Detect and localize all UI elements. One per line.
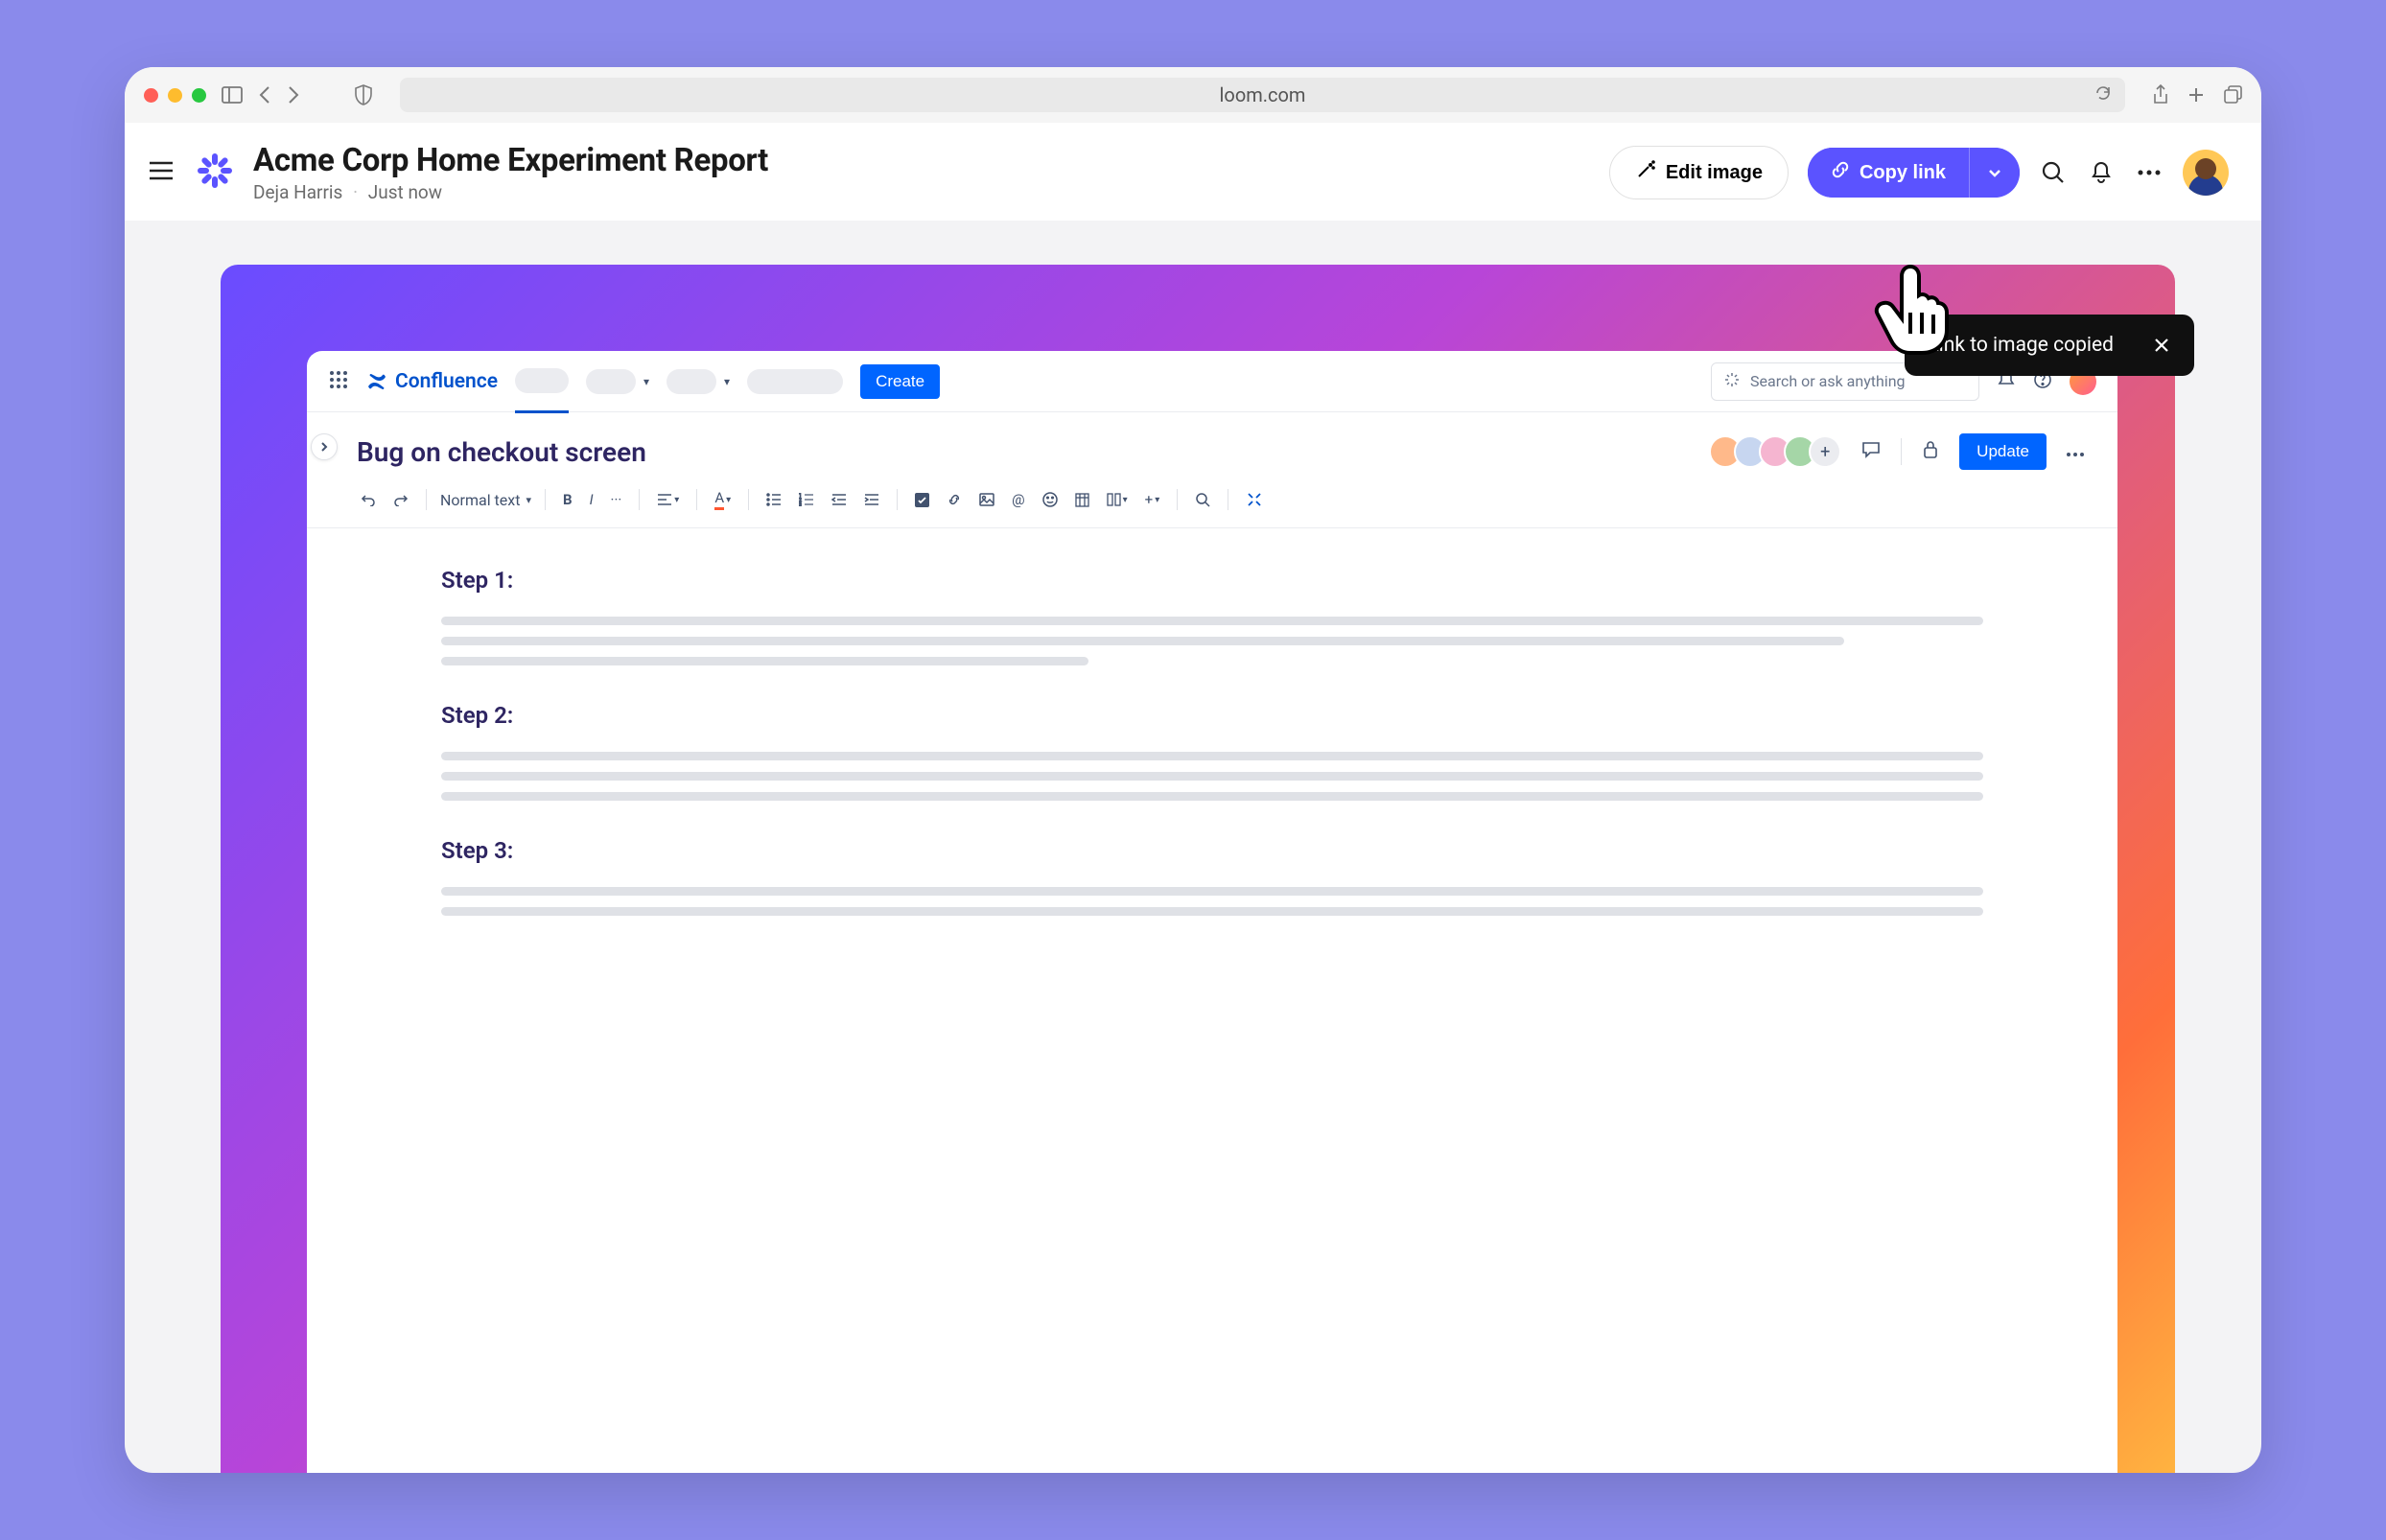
table-icon[interactable] [1071, 489, 1093, 511]
browser-window: loom.com [125, 67, 2261, 1473]
link-icon [1831, 160, 1850, 185]
bold-icon[interactable]: B [559, 487, 576, 512]
canvas-area: Confluence ▾ ▾ [125, 221, 2261, 1473]
more-formatting-icon[interactable]: ··· [607, 487, 626, 512]
url-text: loom.com [1220, 83, 1306, 106]
app-switcher-icon[interactable] [328, 369, 349, 394]
screenshot-frame: Confluence ▾ ▾ [221, 265, 2175, 1473]
placeholder-text [441, 772, 1983, 781]
update-button[interactable]: Update [1959, 433, 2047, 470]
toast-notification: Link to image copied [1905, 315, 2194, 376]
chevron-down-icon: ▾ [643, 375, 649, 388]
new-tab-icon[interactable] [2187, 85, 2206, 105]
window-maximize[interactable] [192, 88, 206, 103]
mention-icon[interactable]: @ [1008, 487, 1028, 512]
indent-icon[interactable] [860, 489, 883, 510]
confluence-page-title[interactable]: Bug on checkout screen [357, 436, 1697, 468]
close-icon[interactable] [2152, 336, 2171, 355]
bell-icon[interactable] [2087, 160, 2116, 185]
address-bar[interactable]: loom.com [400, 78, 2125, 112]
title-block: Acme Corp Home Experiment Report Deja Ha… [253, 142, 1590, 203]
nav-dropdown-1[interactable]: ▾ [586, 369, 649, 394]
text-style-dropdown[interactable]: Normal text ▾ [440, 491, 531, 509]
italic-icon[interactable]: I [586, 487, 597, 512]
nav-dropdown-2[interactable]: ▾ [667, 369, 730, 394]
loom-logo-icon[interactable] [196, 152, 234, 194]
author-name[interactable]: Deja Harris [253, 181, 342, 203]
page-more-icon[interactable] [2066, 443, 2085, 461]
magic-wand-icon [1635, 159, 1656, 186]
confluence-nav: Confluence ▾ ▾ [307, 351, 2117, 412]
step-heading: Step 1: [441, 567, 1983, 594]
share-icon[interactable] [2152, 84, 2169, 105]
nav-back-icon[interactable] [258, 85, 271, 105]
traffic-lights [144, 88, 206, 103]
insert-icon[interactable]: + ▾ [1141, 487, 1164, 512]
collaborator-avatars: + [1717, 435, 1841, 468]
nav-forward-icon[interactable] [287, 85, 300, 105]
redo-icon[interactable] [389, 489, 412, 510]
lock-icon[interactable] [1921, 439, 1940, 464]
placeholder-text [441, 617, 1983, 625]
outdent-icon[interactable] [828, 489, 851, 510]
expand-sidebar-icon[interactable] [311, 433, 338, 460]
timestamp: Just now [368, 181, 442, 203]
image-icon[interactable] [975, 489, 998, 510]
bullet-list-icon[interactable] [762, 489, 785, 510]
align-icon[interactable]: ▾ [653, 489, 683, 510]
placeholder-text [441, 907, 1983, 916]
find-icon[interactable] [1191, 488, 1214, 511]
step-heading: Step 3: [441, 837, 1983, 864]
search-placeholder: Search or ask anything [1750, 372, 1906, 390]
toast-message: Link to image copied [1928, 334, 2114, 357]
refresh-icon[interactable] [2094, 83, 2112, 106]
collapse-icon[interactable] [1242, 487, 1267, 512]
confluence-page-header: Bug on checkout screen + [307, 412, 2117, 479]
copy-link-dropdown[interactable] [1969, 148, 2020, 198]
confluence-logo[interactable]: Confluence [366, 370, 498, 393]
nav-item-3[interactable] [747, 369, 843, 394]
sidebar-toggle-icon[interactable] [222, 86, 243, 104]
placeholder-text [441, 887, 1983, 896]
page-meta: Deja Harris · Just now [253, 181, 1590, 203]
svg-text:3: 3 [799, 502, 802, 506]
edit-image-button[interactable]: Edit image [1609, 146, 1789, 199]
user-avatar[interactable] [2183, 150, 2229, 196]
window-minimize[interactable] [168, 88, 182, 103]
confluence-window: Confluence ▾ ▾ [307, 351, 2117, 1473]
loom-header: Acme Corp Home Experiment Report Deja Ha… [125, 123, 2261, 221]
placeholder-text [441, 637, 1844, 645]
search-icon[interactable] [2039, 160, 2068, 185]
layout-icon[interactable]: ▾ [1103, 489, 1132, 510]
ai-search-icon [1723, 371, 1741, 392]
more-icon[interactable] [2135, 169, 2164, 176]
placeholder-text [441, 752, 1983, 760]
numbered-list-icon[interactable]: 123 [795, 489, 818, 510]
copy-link-group: Copy link [1808, 148, 2020, 198]
window-close[interactable] [144, 88, 158, 103]
shield-icon[interactable] [354, 84, 373, 105]
chevron-down-icon: ▾ [724, 375, 730, 388]
create-button[interactable]: Create [860, 364, 940, 399]
browser-chrome: loom.com [125, 67, 2261, 123]
emoji-icon[interactable] [1039, 488, 1062, 511]
checkbox-icon[interactable] [911, 489, 933, 511]
page-title: Acme Corp Home Experiment Report [253, 142, 1590, 179]
text-color-icon[interactable]: A ▾ [711, 485, 735, 514]
add-collaborator-button[interactable]: + [1809, 435, 1841, 468]
placeholder-text [441, 657, 1088, 665]
copy-link-button[interactable]: Copy link [1808, 148, 1969, 198]
comment-icon[interactable] [1860, 439, 1882, 464]
tabs-icon[interactable] [2223, 85, 2242, 105]
editor-toolbar: Normal text ▾ B I ··· ▾ [307, 479, 2117, 528]
placeholder-text [441, 792, 1983, 801]
editor-body[interactable]: Step 1: Step 2: Step 3: [307, 528, 2117, 966]
undo-icon[interactable] [357, 489, 380, 510]
step-heading: Step 2: [441, 702, 1983, 729]
link-tool-icon[interactable] [943, 488, 966, 511]
menu-icon[interactable] [148, 160, 176, 185]
nav-tab-active[interactable] [515, 368, 569, 413]
chevron-down-icon: ▾ [526, 494, 531, 506]
